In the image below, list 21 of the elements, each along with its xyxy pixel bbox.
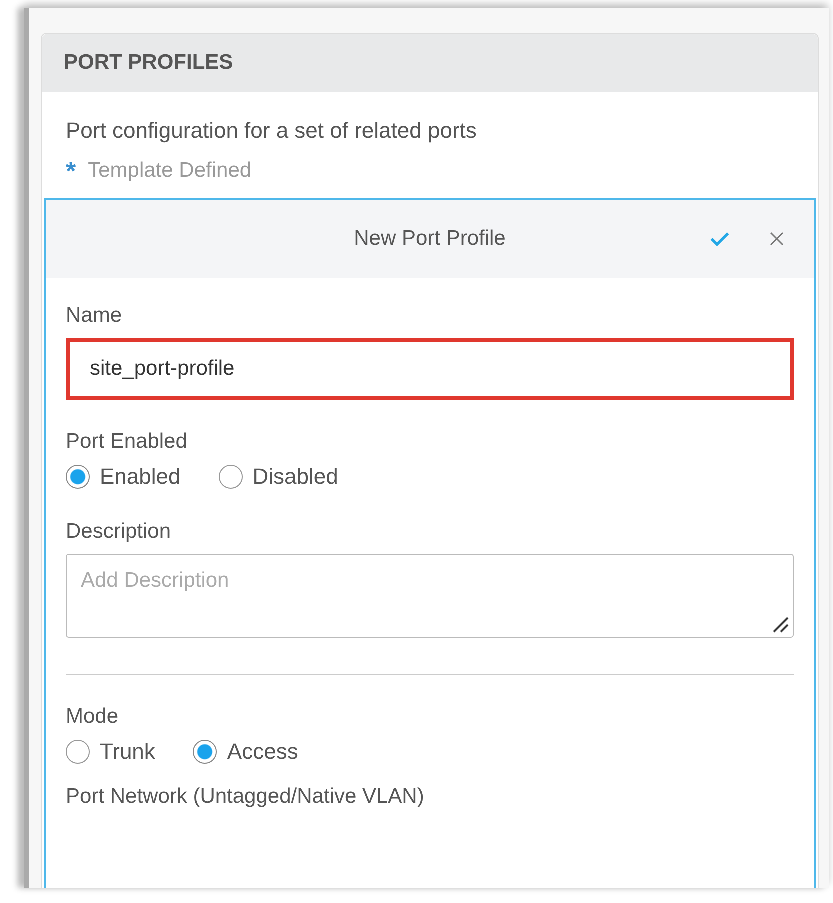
radio-option[interactable]: Disabled <box>218 464 338 490</box>
field-label: Description <box>66 520 172 544</box>
radio-icon[interactable] <box>66 465 90 489</box>
field-label: Port Network (Untagged/Native VLAN) <box>66 785 426 809</box>
legend-text: Template Defined <box>88 159 252 183</box>
radio-icon[interactable] <box>193 740 218 764</box>
panel-title: PORT PROFILES <box>64 51 234 75</box>
radio-option[interactable]: Access <box>193 739 298 765</box>
close-icon[interactable] <box>768 230 786 248</box>
field-label: Port Enabled <box>66 430 188 454</box>
radio-option[interactable]: Trunk <box>66 739 156 765</box>
description-textarea[interactable]: Add Description <box>66 554 794 638</box>
name-input[interactable]: site_port-profile <box>66 338 794 400</box>
editor-title: New Port Profile <box>354 227 506 251</box>
field-label: Mode <box>66 705 120 729</box>
radio-option[interactable]: Enabled <box>66 464 181 490</box>
field-label: Name <box>66 304 124 328</box>
radio-icon[interactable] <box>218 465 243 489</box>
radio-icon[interactable] <box>66 740 90 764</box>
panel-description: Port configuration for a set of related ports <box>66 118 478 144</box>
asterisk-mark: * <box>66 158 76 184</box>
